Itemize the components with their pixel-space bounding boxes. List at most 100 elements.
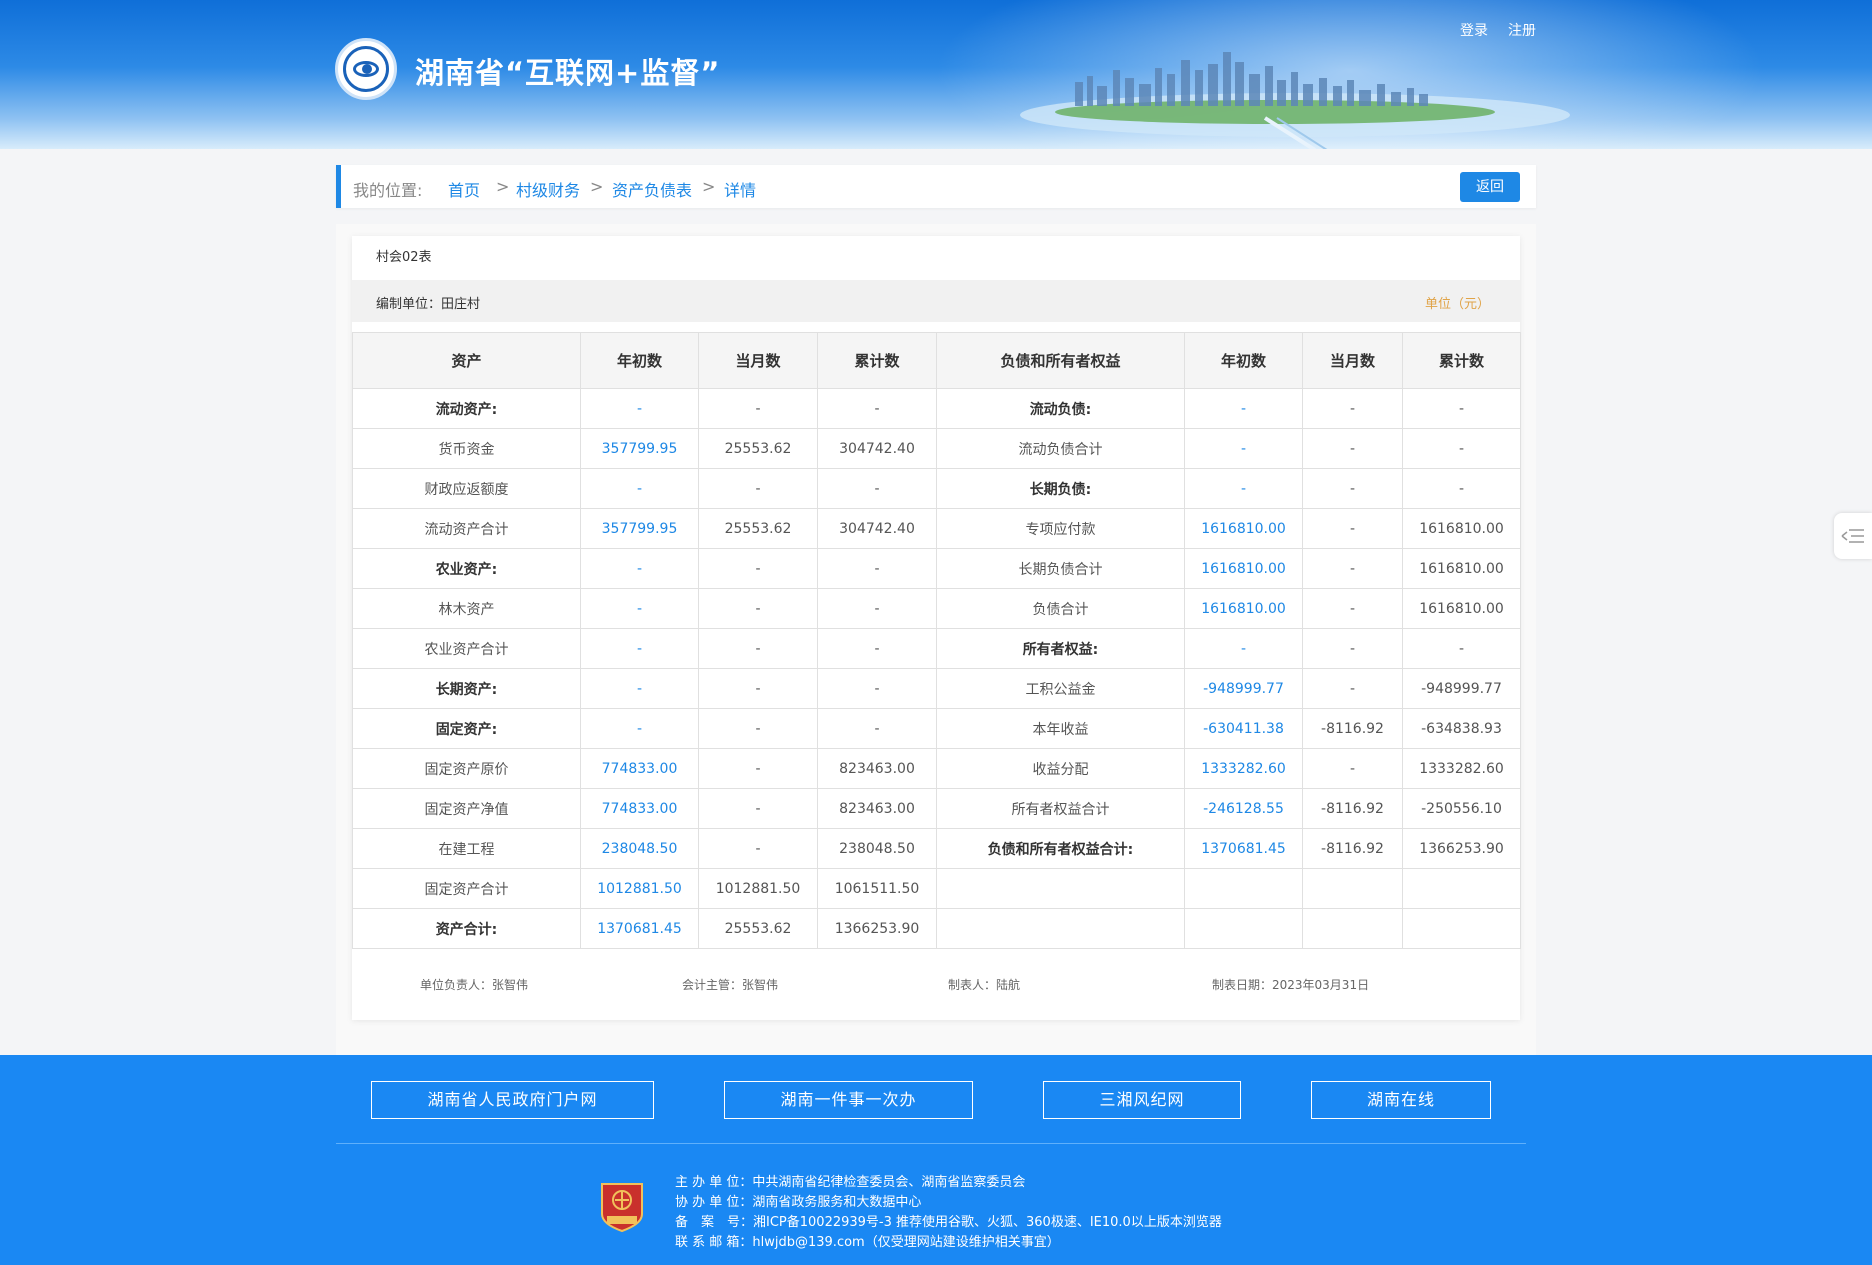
asset-label: 流动资产: bbox=[352, 388, 581, 429]
liability-month-value: - bbox=[1302, 668, 1403, 709]
asset-cumulative-value: 1061511.50 bbox=[817, 868, 937, 909]
liability-label: 负债合计 bbox=[936, 588, 1185, 629]
balance-sheet-card: 村会02表 编制单位：田庄村 单位（元） 资产 年初数 当月数 累计数 负债和所… bbox=[352, 236, 1521, 1020]
liability-label: 长期负债: bbox=[936, 468, 1185, 509]
asset-cumulative-value: 304742.40 bbox=[817, 508, 937, 549]
link-sanxiang-fengji[interactable]: 三湘风纪网 bbox=[1043, 1081, 1241, 1119]
liability-label: 流动负债: bbox=[936, 388, 1185, 429]
asset-opening-value[interactable]: 774833.00 bbox=[580, 748, 699, 789]
liability-month-value: - bbox=[1302, 548, 1403, 589]
liability-opening-value: - bbox=[1184, 428, 1303, 469]
login-link[interactable]: 登录 bbox=[1460, 20, 1488, 40]
asset-label: 长期资产: bbox=[352, 668, 581, 709]
liability-opening-value[interactable]: -630411.38 bbox=[1184, 708, 1303, 749]
liability-label: 专项应付款 bbox=[936, 508, 1185, 549]
asset-opening-value[interactable]: 1370681.45 bbox=[580, 908, 699, 949]
asset-opening-value: - bbox=[580, 628, 699, 669]
column-header: 年初数 bbox=[580, 332, 699, 389]
liability-month-value: - bbox=[1302, 388, 1403, 429]
asset-label: 货币资金 bbox=[352, 428, 581, 469]
asset-label: 财政应返额度 bbox=[352, 468, 581, 509]
register-link[interactable]: 注册 bbox=[1508, 20, 1536, 40]
breadcrumb-balance-sheet[interactable]: 资产负债表 bbox=[612, 177, 692, 201]
liability-cumulative-value: 1366253.90 bbox=[1402, 828, 1521, 869]
asset-cumulative-value: 1366253.90 bbox=[817, 908, 937, 949]
footer-divider bbox=[336, 1143, 1526, 1144]
asset-label: 固定资产合计 bbox=[352, 868, 581, 909]
liability-opening-value[interactable]: 1333282.60 bbox=[1184, 748, 1303, 789]
footer-email: 联 系 邮 箱：hlwjdb@139.com（仅受理网站建设维护相关事宜） bbox=[675, 1235, 1060, 1250]
column-header: 当月数 bbox=[698, 332, 818, 389]
liability-opening-value[interactable]: -948999.77 bbox=[1184, 668, 1303, 709]
asset-month-value: - bbox=[698, 548, 818, 589]
table-row: 固定资产合计 1012881.50 1012881.50 1061511.50 bbox=[352, 868, 1521, 909]
report-date: 制表日期：2023年03月31日 bbox=[1212, 978, 1370, 992]
side-menu-toggle[interactable] bbox=[1834, 513, 1872, 559]
table-row: 林木资产 - - - 负债合计 1616810.00-1616810.00 bbox=[352, 588, 1521, 629]
asset-opening-value[interactable]: 357799.95 bbox=[580, 508, 699, 549]
preparer: 制表人：陆航 bbox=[948, 978, 1021, 992]
liability-month-value bbox=[1302, 868, 1403, 909]
table-row: 农业资产: - - - 长期负债合计 1616810.00-1616810.00 bbox=[352, 548, 1521, 589]
link-hunan-one-thing[interactable]: 湖南一件事一次办 bbox=[724, 1081, 973, 1119]
site-title: 湖南省“互联网+监督” bbox=[415, 56, 721, 90]
asset-label: 在建工程 bbox=[352, 828, 581, 869]
site-logo[interactable] bbox=[335, 38, 397, 100]
liability-month-value: -8116.92 bbox=[1302, 708, 1403, 749]
logo-pupil bbox=[362, 64, 372, 74]
asset-cumulative-value: - bbox=[817, 668, 937, 709]
liability-label: 所有者权益: bbox=[936, 628, 1185, 669]
liability-opening-value: - bbox=[1184, 628, 1303, 669]
asset-opening-value: - bbox=[580, 668, 699, 709]
table-row: 流动资产: - - - 流动负债: - - - bbox=[352, 388, 1521, 429]
asset-opening-value[interactable]: 357799.95 bbox=[580, 428, 699, 469]
liability-opening-value[interactable]: 1616810.00 bbox=[1184, 588, 1303, 629]
table-row: 货币资金 357799.95 25553.62 304742.40 流动负债合计 - - - bbox=[352, 428, 1521, 469]
liability-cumulative-value: 1616810.00 bbox=[1402, 588, 1521, 629]
asset-cumulative-value: - bbox=[817, 468, 937, 509]
breadcrumb-label: 我的位置: bbox=[353, 181, 423, 200]
asset-cumulative-value: - bbox=[817, 588, 937, 629]
table-row: 财政应返额度 - - - 长期负债: - - - bbox=[352, 468, 1521, 509]
balance-sheet-table: 资产 年初数 当月数 累计数 负债和所有者权益 年初数 当月数 累计数 流动资产… bbox=[352, 332, 1521, 949]
liability-month-value: -8116.92 bbox=[1302, 788, 1403, 829]
liability-opening-value[interactable]: -246128.55 bbox=[1184, 788, 1303, 829]
table-row: 固定资产净值 774833.00-823463.00 所有者权益合计 -246128.… bbox=[352, 788, 1521, 829]
link-hunan-government[interactable]: 湖南省人民政府门户网 bbox=[371, 1081, 654, 1119]
liability-label: 本年收益 bbox=[936, 708, 1185, 749]
liability-opening-value: - bbox=[1184, 388, 1303, 429]
asset-month-value: 25553.62 bbox=[698, 908, 818, 949]
asset-month-value: - bbox=[698, 388, 818, 429]
liability-opening-value[interactable]: 1370681.45 bbox=[1184, 828, 1303, 869]
asset-month-value: 25553.62 bbox=[698, 508, 818, 549]
breadcrumb-detail[interactable]: 详情 bbox=[724, 177, 756, 201]
asset-cumulative-value: - bbox=[817, 708, 937, 749]
breadcrumb-separator: > bbox=[590, 177, 604, 196]
liability-opening-value[interactable]: 1616810.00 bbox=[1184, 548, 1303, 589]
site-footer: 湖南省人民政府门户网 湖南一件事一次办 三湘风纪网 湖南在线 主 办 单 位：中… bbox=[0, 1055, 1872, 1265]
liability-label bbox=[936, 868, 1185, 909]
back-button[interactable]: 返回 bbox=[1460, 172, 1520, 202]
breadcrumb-village-finance[interactable]: 村级财务 bbox=[516, 177, 580, 201]
table-row: 固定资产: - - - 本年收益 -630411.38 -8116.92 -634838.93 bbox=[352, 708, 1521, 749]
asset-opening-value: - bbox=[580, 548, 699, 589]
table-row: 农业资产合计 - - - 所有者权益: - - - bbox=[352, 628, 1521, 669]
breadcrumb-home[interactable]: 首页 bbox=[448, 177, 480, 201]
column-header: 累计数 bbox=[817, 332, 937, 389]
asset-month-value: - bbox=[698, 468, 818, 509]
liability-opening-value bbox=[1184, 868, 1303, 909]
government-badge-icon[interactable] bbox=[600, 1180, 644, 1232]
asset-opening-value[interactable]: 1012881.50 bbox=[580, 868, 699, 909]
asset-opening-value[interactable]: 774833.00 bbox=[580, 788, 699, 829]
column-header: 年初数 bbox=[1184, 332, 1303, 389]
liability-month-value bbox=[1302, 908, 1403, 949]
asset-label: 固定资产净值 bbox=[352, 788, 581, 829]
asset-opening-value[interactable]: 238048.50 bbox=[580, 828, 699, 869]
site-header: 湖南省“互联网+监督” 登录 注册 bbox=[0, 0, 1872, 149]
chief-accountant: 会计主管：张智伟 bbox=[682, 978, 779, 992]
link-hunan-online[interactable]: 湖南在线 bbox=[1311, 1081, 1491, 1119]
breadcrumb-separator: > bbox=[702, 177, 716, 196]
footer-co-sponsor: 协 办 单 位：湖南省政务服务和大数据中心 bbox=[675, 1195, 922, 1210]
liability-month-value: - bbox=[1302, 748, 1403, 789]
liability-opening-value[interactable]: 1616810.00 bbox=[1184, 508, 1303, 549]
